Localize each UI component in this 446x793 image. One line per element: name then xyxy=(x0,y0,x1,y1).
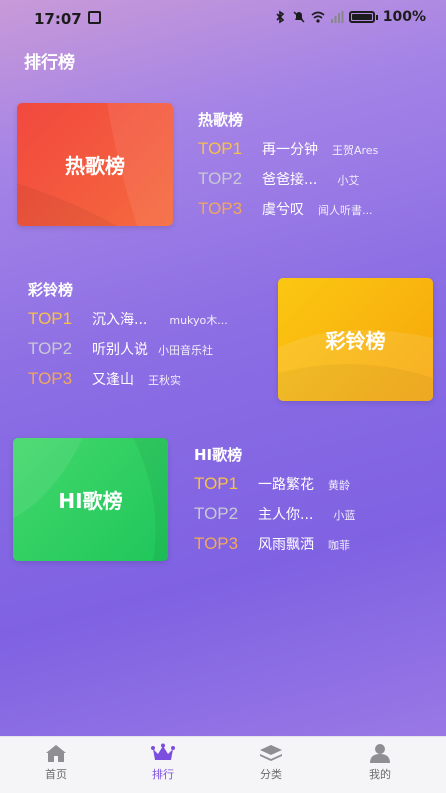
song-title: 再一分钟 xyxy=(262,142,318,158)
status-bar: 17:07 100% xyxy=(0,0,446,36)
artist-name: 小艾 xyxy=(337,174,360,187)
battery-icon xyxy=(348,11,375,23)
rank-row[interactable]: TOP2 听别人说 小田音乐社 xyxy=(28,339,228,369)
tab-label: 首页 xyxy=(45,768,67,781)
rank-row[interactable]: TOP3 又逢山 王秋实 xyxy=(28,369,228,399)
song-title: 沉入海... xyxy=(92,312,148,328)
rank-tag: TOP1 xyxy=(194,474,239,493)
crown-icon xyxy=(151,743,175,760)
artist-name: 咖菲 xyxy=(328,539,350,552)
artist-name: 小蓝 xyxy=(333,509,356,522)
hi-songs-list: HI歌榜 TOP1 一路繁花 黄龄 TOP2 主人你... 小蓝 TOP3 风雨… xyxy=(194,444,355,564)
status-time: 17:07 xyxy=(34,10,82,28)
user-icon xyxy=(370,744,390,763)
artist-name: 王秋实 xyxy=(148,374,181,387)
artist-name: mukyo木... xyxy=(169,314,228,327)
cover-label: 热歌榜 xyxy=(65,154,125,178)
rank-tag: TOP3 xyxy=(198,199,243,218)
song-title: 又逢山 xyxy=(92,372,134,388)
battery-tip xyxy=(375,14,378,20)
artist-name: 小田音乐社 xyxy=(158,344,213,357)
page-title: 排行榜 xyxy=(24,53,75,73)
rank-tag: TOP2 xyxy=(28,339,73,358)
tab-mine[interactable]: 我的 xyxy=(350,743,410,782)
nfc-icon xyxy=(88,11,101,24)
tab-label: 我的 xyxy=(369,768,391,781)
rank-row[interactable]: TOP3 风雨飘洒 咖菲 xyxy=(194,534,355,564)
rank-title[interactable]: 热歌榜 xyxy=(198,109,378,130)
bottom-tab-bar: 首页 排行 分类 我的 xyxy=(0,736,446,793)
rank-title[interactable]: HI歌榜 xyxy=(194,444,355,465)
rank-row[interactable]: TOP1 一路繁花 黄龄 xyxy=(194,474,355,504)
tab-label: 分类 xyxy=(260,768,282,781)
hi-songs-cover[interactable]: HI歌榜 xyxy=(13,438,168,561)
rank-tag: TOP3 xyxy=(194,534,239,553)
tab-ranking[interactable]: 排行 xyxy=(133,743,193,782)
rank-tag: TOP2 xyxy=(194,504,239,523)
cover-label: 彩铃榜 xyxy=(325,329,386,353)
tab-label: 排行 xyxy=(152,768,174,781)
rank-row[interactable]: TOP1 再一分钟 王贺Ares xyxy=(198,139,378,169)
home-icon xyxy=(46,745,66,762)
rank-row[interactable]: TOP3 虞兮叹 闻人听書... xyxy=(198,199,378,229)
status-icons: 100% xyxy=(273,9,426,25)
song-title: 爸爸接... xyxy=(262,172,318,188)
artist-name: 王贺Ares xyxy=(332,144,379,157)
rank-row[interactable]: TOP1 沉入海... mukyo木... xyxy=(28,309,228,339)
signal-icon xyxy=(330,11,344,23)
battery-percent: 100% xyxy=(382,9,426,25)
rank-row[interactable]: TOP2 主人你... 小蓝 xyxy=(194,504,355,534)
mute-bell-icon xyxy=(293,11,305,23)
hot-songs-list: 热歌榜 TOP1 再一分钟 王贺Ares TOP2 爸爸接... 小艾 TOP3… xyxy=(198,109,378,229)
ringtone-cover[interactable]: 彩铃榜 xyxy=(278,278,433,401)
artist-name: 闻人听書... xyxy=(318,204,373,217)
tab-home[interactable]: 首页 xyxy=(26,743,86,782)
hot-songs-cover[interactable]: 热歌榜 xyxy=(17,103,173,226)
song-title: 听别人说 xyxy=(92,342,148,358)
tab-category[interactable]: 分类 xyxy=(241,743,301,782)
rank-tag: TOP1 xyxy=(198,139,243,158)
song-title: 风雨飘洒 xyxy=(258,537,314,553)
rank-tag: TOP2 xyxy=(198,169,243,188)
wifi-icon xyxy=(311,11,325,23)
bluetooth-icon xyxy=(276,10,284,24)
cover-label: HI歌榜 xyxy=(58,489,123,513)
artist-name: 黄龄 xyxy=(328,479,350,492)
song-title: 主人你... xyxy=(258,507,314,523)
ringtone-list: 彩铃榜 TOP1 沉入海... mukyo木... TOP2 听别人说 小田音乐… xyxy=(28,279,228,399)
rank-title[interactable]: 彩铃榜 xyxy=(28,279,228,300)
rank-tag: TOP3 xyxy=(28,369,73,388)
song-title: 虞兮叹 xyxy=(262,202,304,218)
rank-tag: TOP1 xyxy=(28,309,73,328)
layers-icon xyxy=(260,745,282,761)
rank-row[interactable]: TOP2 爸爸接... 小艾 xyxy=(198,169,378,199)
song-title: 一路繁花 xyxy=(258,477,314,493)
